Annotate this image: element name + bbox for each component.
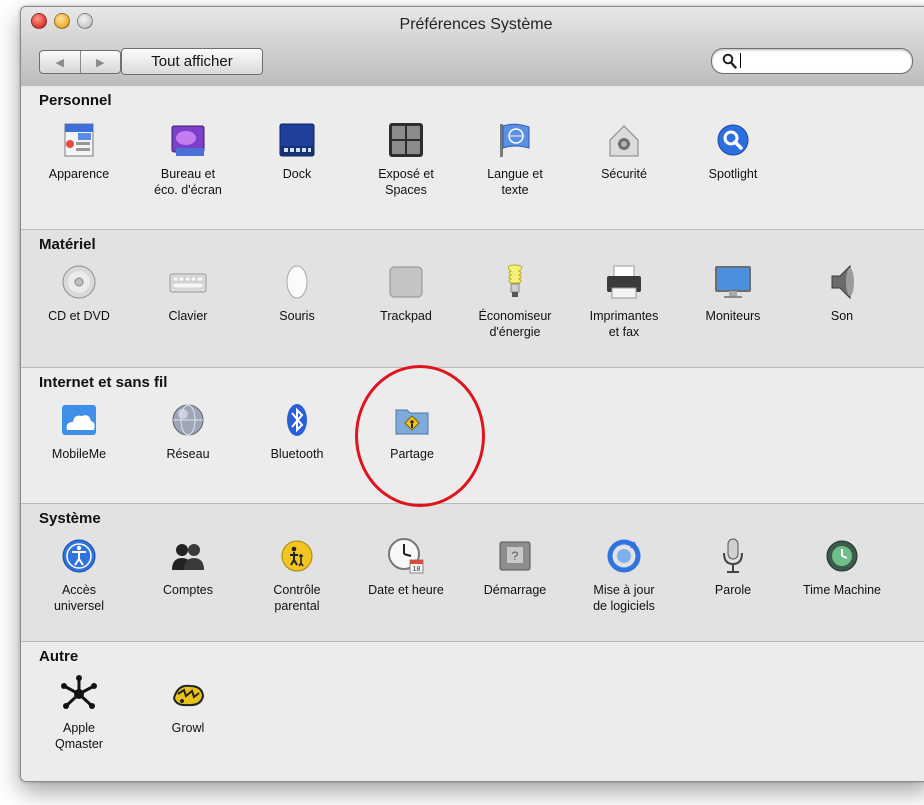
section-title-personnel: Personnel (39, 92, 112, 109)
pane-label: Imprimantes et fax (589, 309, 659, 339)
toolbar: Préférences Système ◀ ▶ Tout afficher (21, 7, 924, 86)
monitor-icon (715, 266, 751, 298)
system-preferences-window: Préférences Système ◀ ▶ Tout afficher Pe… (20, 6, 924, 782)
keyboard-icon (169, 273, 207, 293)
cd-dvd-icon (62, 265, 96, 299)
language-flag-icon (500, 123, 530, 157)
startup-disk-icon: ? (499, 541, 531, 571)
pane-label: Clavier (168, 309, 208, 323)
software-update-icon (607, 539, 641, 573)
pane-label: Parole (714, 583, 752, 597)
pane-label: Mise à jour de logiciels (593, 583, 655, 613)
accessibility-icon (62, 539, 96, 573)
speaker-icon (831, 264, 854, 300)
pane-label: Apple Qmaster (55, 721, 103, 751)
network-globe-icon (172, 404, 204, 436)
pane-label: Bluetooth (270, 447, 324, 461)
printer-icon (607, 265, 641, 299)
qmaster-icon (61, 675, 97, 709)
accounts-icon (172, 544, 204, 570)
sharing-folder-icon (395, 409, 429, 435)
search-field[interactable] (711, 48, 913, 74)
svg-text:18: 18 (413, 566, 421, 573)
mouse-icon (286, 265, 308, 299)
pane-label: Comptes (162, 583, 214, 597)
window-title: Préférences Système (399, 16, 553, 33)
pane-label: MobileMe (51, 447, 107, 461)
trackpad-icon (389, 266, 423, 298)
section-title-internet: Internet et sans fil (39, 374, 168, 391)
section-materiel: Matériel CD et DVD Clavier Souris Trackp… (21, 229, 924, 368)
section-title-autre: Autre (39, 648, 79, 665)
section-title-materiel: Matériel (39, 236, 96, 253)
pane-label: Économiseur d'énergie (478, 309, 552, 339)
pane-label: Growl (171, 721, 205, 735)
pane-label: Spotlight (708, 167, 758, 181)
pane-label: Son (830, 309, 854, 323)
pane-label: CD et DVD (48, 309, 110, 323)
expose-spaces-icon (389, 123, 423, 157)
pane-label: Réseau (166, 447, 210, 461)
svg-text:?: ? (512, 549, 519, 563)
cloud-icon (62, 405, 96, 435)
clock-calendar-icon: 18 (388, 538, 424, 574)
pane-label: Langue et texte (487, 167, 543, 197)
pane-label: Accès universel (53, 583, 105, 613)
security-house-icon (609, 125, 639, 157)
section-title-systeme: Système (39, 510, 101, 527)
pane-label: Souris (279, 309, 315, 323)
pane-label: Trackpad (380, 309, 432, 323)
pane-label: Exposé et Spaces (378, 167, 434, 197)
energy-bulb-icon (507, 264, 523, 297)
section-autre: Autre Apple Qmaster Growl (21, 641, 924, 781)
pane-label: Date et heure (368, 583, 444, 597)
pane-label: Apparence (48, 167, 110, 181)
appearance-icon (64, 123, 94, 157)
dock-icon (279, 123, 315, 157)
show-all-button[interactable]: Tout afficher (121, 48, 263, 75)
bluetooth-icon (287, 404, 307, 436)
microphone-icon (723, 538, 743, 573)
desktop-screensaver-icon (171, 125, 205, 156)
pane-label: Partage (390, 447, 434, 461)
pane-label: Sécurité (601, 167, 647, 181)
growl-icon (172, 684, 205, 707)
back-button[interactable]: ◀ (40, 51, 80, 73)
section-personnel: Personnel Apparence Bureau et éco. d'écr… (21, 85, 924, 230)
parental-controls-icon (281, 540, 313, 572)
text-caret (740, 53, 741, 68)
magnifier-icon (722, 53, 737, 69)
section-internet: Internet et sans fil MobileMe Réseau Blu… (21, 367, 924, 504)
pane-label: Time Machine (802, 583, 882, 597)
pane-label: Démarrage (483, 583, 547, 597)
forward-button[interactable]: ▶ (79, 51, 121, 73)
pane-label: Bureau et éco. d'écran (154, 167, 222, 197)
section-systeme: Système Accès universel Comptes Contrôle… (21, 503, 924, 642)
pane-label: Moniteurs (705, 309, 761, 323)
back-forward-control: ◀ ▶ (39, 50, 121, 74)
time-machine-icon (826, 540, 858, 572)
spotlight-icon (717, 124, 749, 156)
pane-label: Contrôle parental (273, 583, 321, 613)
pane-label: Dock (282, 167, 312, 181)
